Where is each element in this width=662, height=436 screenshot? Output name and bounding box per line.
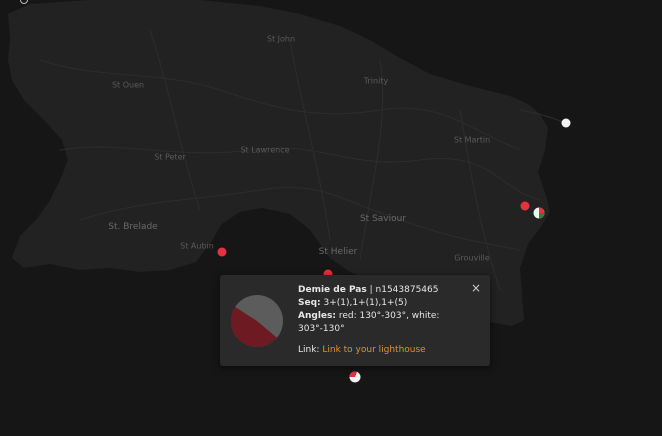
lighthouse-id: n1543875465 <box>375 285 439 295</box>
popup-title-row: Demie de Pas | n1543875465 <box>298 284 470 297</box>
place-label: St Saviour <box>359 214 407 224</box>
map-canvas[interactable] <box>0 0 662 436</box>
place-label: St John <box>266 34 296 44</box>
seq-value: 3+(1),1+(1),1+(5) <box>320 298 408 308</box>
seq-label: Seq: <box>298 298 321 308</box>
lighthouse-sector-icon[interactable] <box>349 371 361 383</box>
link-label: Link: <box>298 345 320 355</box>
link-row: Link: Link to your lighthouse <box>298 344 470 357</box>
lighthouse-link[interactable]: Link to your lighthouse <box>322 345 425 355</box>
lighthouse-marker-icon[interactable] <box>520 201 530 211</box>
close-icon[interactable]: × <box>471 281 481 295</box>
place-label: St Martin <box>453 135 491 145</box>
place-label: St Ouen <box>111 80 145 90</box>
popup-info: Demie de Pas | n1543875465 Seq: 3+(1),1+… <box>298 284 470 357</box>
lighthouse-marker-icon[interactable] <box>217 247 227 257</box>
place-label: St Lawrence <box>240 145 290 155</box>
lighthouse-marker-icon[interactable] <box>561 118 571 128</box>
place-label: Trinity <box>363 76 389 86</box>
lighthouse-sector-icon[interactable] <box>533 207 545 219</box>
title-separator: | <box>366 285 376 295</box>
angles-label: Angles: <box>298 311 336 321</box>
place-label: St. Brelade <box>108 222 158 232</box>
lighthouse-name: Demie de Pas <box>298 285 367 295</box>
place-label: St Aubin <box>180 241 214 251</box>
place-label: St Peter <box>154 152 186 162</box>
angles-row: Angles: red: 130°-303°, white: 303°-130° <box>298 310 470 336</box>
lighthouse-popup: × Demie de Pas | n1543875465 Seq: 3+(1),… <box>220 275 490 366</box>
sequence-row: Seq: 3+(1),1+(1),1+(5) <box>298 297 470 310</box>
place-label: Grouville <box>454 253 490 263</box>
place-label: St Helier <box>318 247 358 257</box>
sector-pie-chart <box>230 295 283 348</box>
